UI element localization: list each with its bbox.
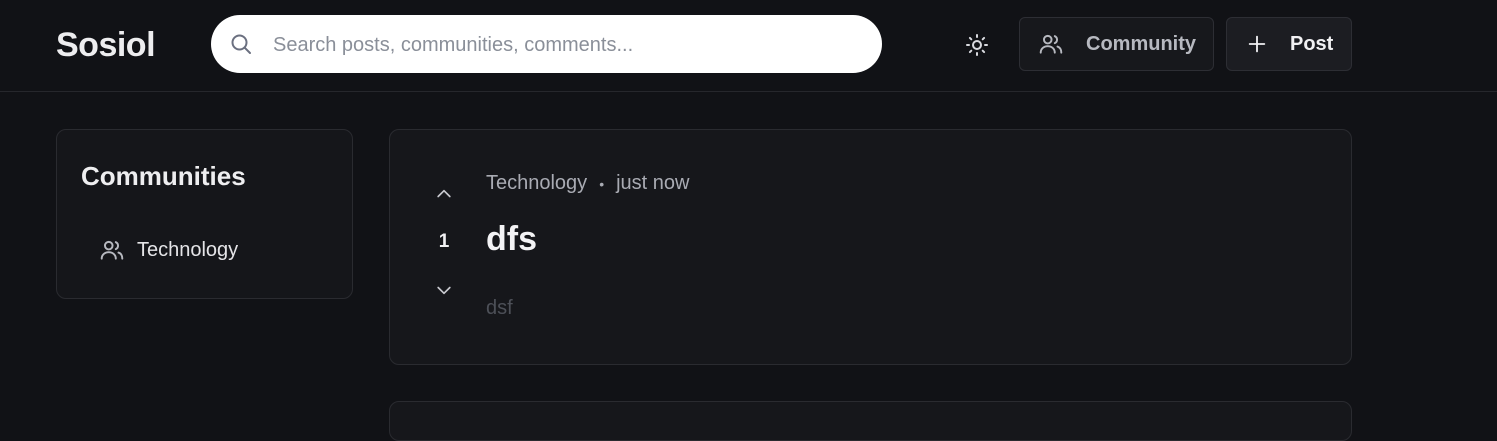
- top-navbar: Sosiol Community: [0, 0, 1497, 92]
- vote-count: 1: [438, 231, 450, 252]
- users-icon: [1039, 34, 1063, 54]
- sidebar-item-label: Technology: [137, 238, 239, 261]
- post-button-label: Post: [1290, 32, 1334, 55]
- search-input[interactable]: [271, 15, 865, 75]
- upvote-chevron-up-icon[interactable]: [434, 184, 454, 204]
- post-timestamp: just now: [616, 172, 690, 194]
- post-meta: Technology • just now: [486, 172, 689, 195]
- search-bar[interactable]: [211, 15, 882, 75]
- users-icon: [100, 240, 124, 260]
- downvote-chevron-down-icon[interactable]: [434, 280, 454, 300]
- meta-separator: •: [599, 175, 605, 192]
- post-title[interactable]: dfs: [486, 220, 537, 259]
- search-icon: [231, 34, 251, 54]
- sun-icon: [966, 34, 988, 56]
- create-post-button[interactable]: Post: [1226, 17, 1352, 71]
- post-community-link[interactable]: Technology: [486, 172, 587, 195]
- sidebar-item-technology[interactable]: Technology: [99, 234, 238, 266]
- post-card[interactable]: [389, 401, 1352, 441]
- post-card[interactable]: 1 Technology • just now dfs dsf: [389, 129, 1352, 365]
- community-button[interactable]: Community: [1019, 17, 1214, 71]
- plus-icon: [1248, 35, 1266, 53]
- theme-toggle-button[interactable]: [958, 26, 996, 64]
- communities-sidebar: Communities Technology: [56, 129, 353, 299]
- app-logo[interactable]: Sosiol: [56, 26, 156, 65]
- post-body: dsf: [486, 297, 513, 319]
- community-button-label: Community: [1086, 32, 1196, 55]
- sidebar-title: Communities: [81, 161, 246, 191]
